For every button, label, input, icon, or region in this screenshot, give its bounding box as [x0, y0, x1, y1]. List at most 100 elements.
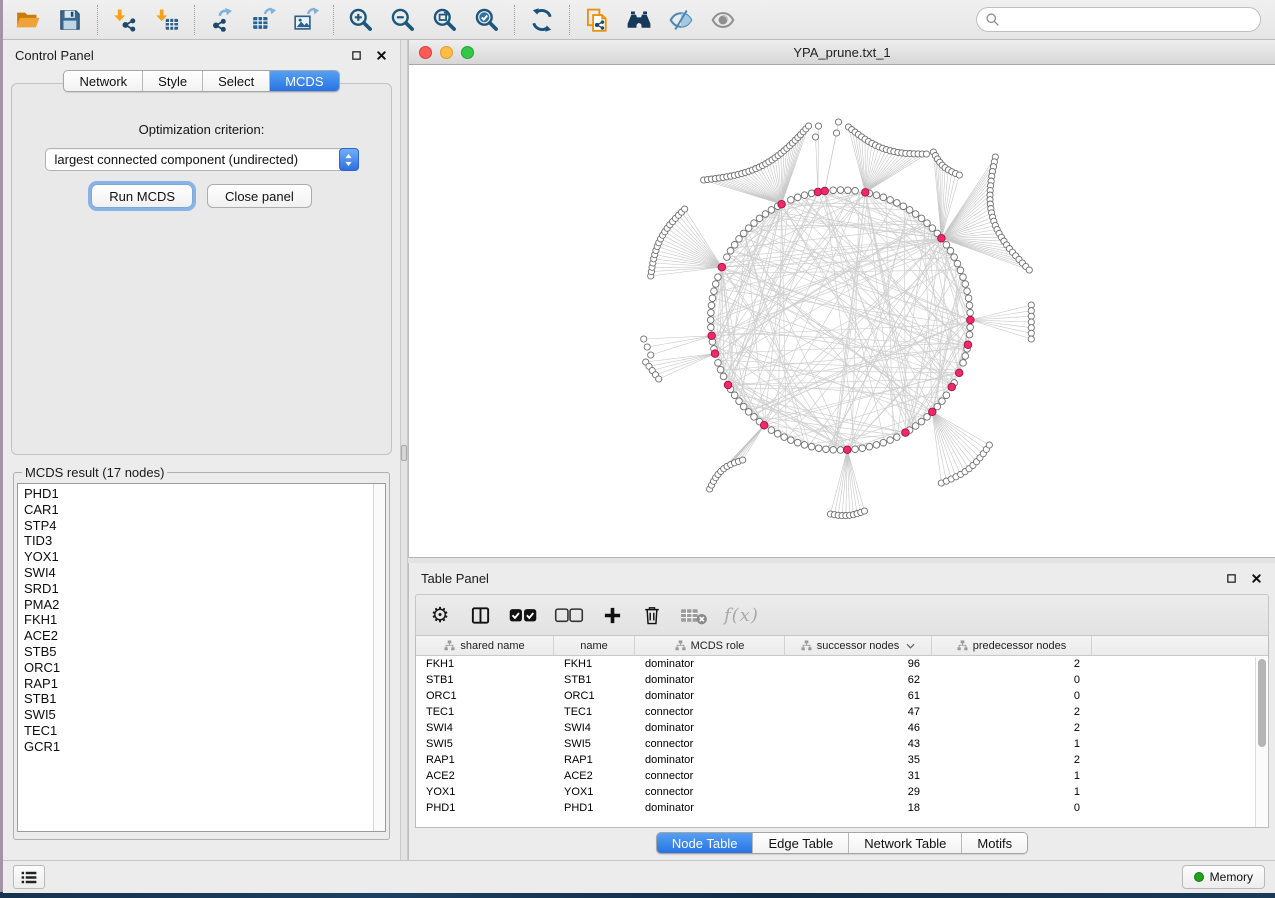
optimization-criterion-select[interactable]: largest connected component (undirected): [45, 148, 359, 171]
cell-successor-nodes: 31: [785, 768, 932, 784]
column-header-predecessor-nodes[interactable]: predecessor nodes: [932, 636, 1092, 655]
mcds-result-item[interactable]: TEC1: [24, 723, 385, 739]
zoom-in-icon[interactable]: [340, 3, 382, 37]
mcds-result-item[interactable]: GCR1: [24, 739, 385, 755]
zoom-selected-icon[interactable]: [466, 3, 508, 37]
table-panel-title: Table Panel: [421, 571, 489, 586]
mcds-result-item[interactable]: SWI4: [24, 565, 385, 581]
column-header-empty: [1092, 636, 1268, 655]
tab-mcds[interactable]: MCDS: [270, 71, 338, 91]
mcds-result-item[interactable]: TID3: [24, 533, 385, 549]
splitter-grip[interactable]: [401, 445, 407, 461]
mcds-result-item[interactable]: STP4: [24, 518, 385, 534]
hide-graphics-details-icon[interactable]: [702, 3, 744, 37]
refresh-layout-icon[interactable]: [521, 3, 563, 37]
tab-select[interactable]: Select: [203, 71, 270, 91]
tab-edge-table[interactable]: Edge Table: [753, 833, 849, 853]
network-window-titlebar[interactable]: YPA_prune.txt_1: [409, 40, 1275, 65]
mcds-result-item[interactable]: ORC1: [24, 660, 385, 676]
table-row[interactable]: STB1STB1dominator620: [416, 672, 1268, 688]
table-row[interactable]: PHD1PHD1dominator180: [416, 800, 1268, 816]
column-header-MCDS-role[interactable]: MCDS role: [635, 636, 785, 655]
tab-node-table[interactable]: Node Table: [657, 833, 754, 853]
mcds-result-item[interactable]: RAP1: [24, 676, 385, 692]
mcds-result-item[interactable]: PMA2: [24, 597, 385, 613]
close-panel-icon[interactable]: [375, 49, 388, 62]
cell-shared-name: ORC1: [416, 688, 554, 704]
column-header-name[interactable]: name: [554, 636, 635, 655]
cell-shared-name: TEC1: [416, 704, 554, 720]
cell-successor-nodes: 47: [785, 704, 932, 720]
unselect-all-rows-icon[interactable]: [554, 600, 584, 630]
zoom-fit-icon[interactable]: [424, 3, 466, 37]
mcds-result-item[interactable]: ACE2: [24, 628, 385, 644]
select-all-rows-icon[interactable]: [508, 600, 538, 630]
mcds-result-item[interactable]: FKH1: [24, 612, 385, 628]
tab-motifs[interactable]: Motifs: [962, 833, 1027, 853]
mcds-result-item[interactable]: YOX1: [24, 549, 385, 565]
mcds-result-list: PHD1CAR1STP4TID3YOX1SWI4SRD1PMA2FKH1ACE2…: [18, 484, 385, 755]
export-network-icon[interactable]: [201, 3, 243, 37]
cell-predecessor-nodes: 2: [932, 752, 1092, 768]
create-column-icon[interactable]: [600, 600, 624, 630]
delete-table-icon: [680, 600, 708, 630]
mcds-result-item[interactable]: PHD1: [24, 486, 385, 502]
tab-network-table[interactable]: Network Table: [849, 833, 962, 853]
network-canvas[interactable]: [409, 65, 1275, 558]
import-network-icon[interactable]: [104, 3, 146, 37]
mcds-result-item[interactable]: SWI5: [24, 707, 385, 723]
network-search-box[interactable]: [976, 7, 1261, 32]
table-body: FKH1FKH1dominator962STB1STB1dominator620…: [416, 656, 1268, 816]
mcds-result-item[interactable]: STB1: [24, 691, 385, 707]
cell-MCDS-role: connector: [635, 704, 785, 720]
tab-network[interactable]: Network: [64, 71, 143, 91]
table-row[interactable]: RAP1RAP1dominator352: [416, 752, 1268, 768]
export-table-icon[interactable]: [243, 3, 285, 37]
export-image-icon[interactable]: [285, 3, 327, 37]
copy-network-icon[interactable]: [576, 3, 618, 37]
cell-shared-name: YOX1: [416, 784, 554, 800]
column-header-successor-nodes[interactable]: successor nodes: [785, 636, 932, 655]
control-panel-tabs: NetworkStyleSelectMCDS: [3, 70, 400, 96]
table-settings-icon[interactable]: ⚙: [428, 600, 452, 630]
toolbar-separator: [97, 5, 98, 35]
table-row[interactable]: YOX1YOX1connector291: [416, 784, 1268, 800]
table-row[interactable]: SWI4SWI4dominator462: [416, 720, 1268, 736]
close-table-panel-icon[interactable]: [1250, 572, 1263, 585]
save-session-icon[interactable]: [49, 3, 91, 37]
search-network-icon[interactable]: [618, 3, 660, 37]
search-input[interactable]: [1000, 10, 1260, 30]
network-view-window: YPA_prune.txt_1: [408, 40, 1275, 558]
network-graph[interactable]: [409, 65, 1275, 557]
import-table-icon[interactable]: [146, 3, 188, 37]
memory-button[interactable]: Memory: [1182, 865, 1265, 889]
select-stepper-icon: [339, 148, 359, 171]
tab-style[interactable]: Style: [143, 71, 203, 91]
table-row[interactable]: ORC1ORC1dominator610: [416, 688, 1268, 704]
mcds-result-item[interactable]: STB5: [24, 644, 385, 660]
mcds-result-item[interactable]: SRD1: [24, 581, 385, 597]
table-row[interactable]: TEC1TEC1connector472: [416, 704, 1268, 720]
column-header-shared-name[interactable]: shared name: [416, 636, 554, 655]
table-row[interactable]: ACE2ACE2connector311: [416, 768, 1268, 784]
show-graphics-details-icon[interactable]: [660, 3, 702, 37]
mcds-result-scrollbar[interactable]: [373, 484, 385, 831]
float-table-panel-icon[interactable]: [1225, 572, 1238, 585]
memory-status-icon: [1194, 872, 1204, 882]
vertical-splitter[interactable]: [400, 40, 408, 860]
task-history-button[interactable]: [13, 865, 45, 889]
mcds-result-item[interactable]: CAR1: [24, 502, 385, 518]
table-row[interactable]: SWI5SWI5connector431: [416, 736, 1268, 752]
split-table-icon[interactable]: [468, 600, 492, 630]
float-panel-icon[interactable]: [350, 49, 363, 62]
table-scrollbar-thumb[interactable]: [1258, 659, 1266, 747]
table-row[interactable]: FKH1FKH1dominator962: [416, 656, 1268, 672]
close-panel-button[interactable]: Close panel: [207, 184, 312, 208]
run-mcds-button[interactable]: Run MCDS: [91, 184, 193, 208]
zoom-out-icon[interactable]: [382, 3, 424, 37]
column-label: shared name: [460, 640, 524, 652]
delete-columns-icon[interactable]: [640, 600, 664, 630]
table-scrollbar[interactable]: [1255, 657, 1268, 827]
open-file-icon[interactable]: [7, 3, 49, 37]
cell-name: STB1: [554, 672, 635, 688]
